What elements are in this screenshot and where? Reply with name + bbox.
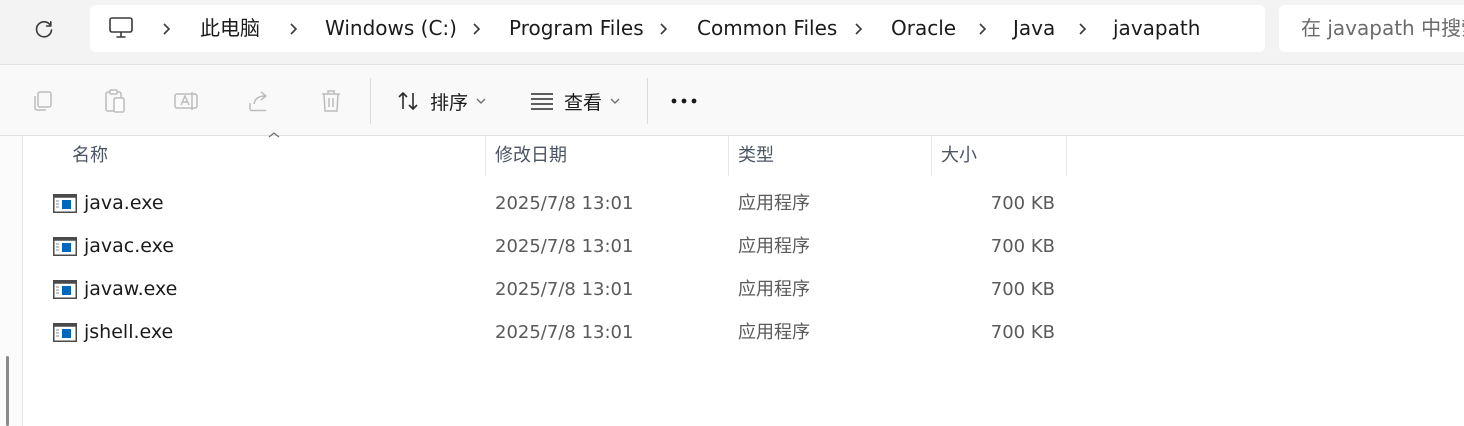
file-modified: 2025/7/8 13:01	[495, 322, 634, 343]
column-header-modified[interactable]: 修改日期	[495, 136, 567, 176]
chevron-right-icon[interactable]	[974, 5, 990, 52]
copy-button[interactable]	[29, 87, 57, 115]
sort-ascending-icon	[268, 132, 280, 138]
view-label: 查看	[564, 91, 603, 114]
column-divider[interactable]	[1066, 136, 1067, 176]
file-row[interactable]: jshell.exe 2025/7/8 13:01 应用程序 700 KB	[0, 311, 1464, 354]
file-modified: 2025/7/8 13:01	[495, 236, 634, 257]
chevron-right-icon[interactable]	[285, 5, 301, 52]
paste-icon	[105, 89, 125, 113]
exe-file-icon	[53, 323, 77, 342]
computer-icon[interactable]	[108, 16, 134, 40]
chevron-right-icon[interactable]	[158, 5, 174, 52]
column-header-size[interactable]: 大小	[941, 136, 977, 176]
breadcrumb: 此电脑 Windows (C:) Program Files Common Fi…	[90, 5, 1265, 52]
file-row[interactable]: javac.exe 2025/7/8 13:01 应用程序 700 KB	[0, 225, 1464, 268]
chevron-right-icon[interactable]	[468, 5, 484, 52]
view-dropdown[interactable]: 查看	[530, 81, 620, 121]
breadcrumb-item-common-files[interactable]: Common Files	[697, 5, 837, 52]
delete-button[interactable]	[317, 87, 345, 115]
file-row[interactable]: javaw.exe 2025/7/8 13:01 应用程序 700 KB	[0, 268, 1464, 311]
share-icon	[249, 91, 267, 112]
file-modified: 2025/7/8 13:01	[495, 193, 634, 214]
column-header-name[interactable]: 名称	[72, 136, 108, 176]
column-divider[interactable]	[728, 136, 729, 176]
file-type: 应用程序	[738, 193, 810, 214]
sort-arrows-icon	[398, 92, 418, 110]
file-name[interactable]: java.exe	[84, 182, 164, 225]
file-row[interactable]: java.exe 2025/7/8 13:01 应用程序 700 KB	[0, 182, 1464, 225]
sort-dropdown[interactable]: 排序	[396, 81, 486, 121]
rename-icon	[174, 92, 198, 110]
file-type: 应用程序	[738, 279, 810, 300]
file-name[interactable]: javac.exe	[84, 225, 174, 268]
trash-icon	[322, 90, 340, 112]
exe-file-icon	[53, 237, 77, 256]
refresh-icon	[35, 21, 53, 38]
file-type: 应用程序	[738, 236, 810, 257]
column-divider[interactable]	[931, 136, 932, 176]
paste-button[interactable]	[101, 87, 129, 115]
breadcrumb-item-drive-c[interactable]: Windows (C:)	[325, 5, 457, 52]
breadcrumb-item-program-files[interactable]: Program Files	[509, 5, 644, 52]
exe-file-icon	[53, 194, 77, 213]
file-modified: 2025/7/8 13:01	[495, 279, 634, 300]
toolbar-divider	[647, 78, 648, 124]
breadcrumb-item-this-pc[interactable]: 此电脑	[200, 5, 260, 52]
share-button[interactable]	[245, 87, 273, 115]
scrollbar-thumb[interactable]	[6, 356, 9, 426]
chevron-down-icon	[610, 98, 620, 104]
copy-icon	[34, 91, 52, 111]
more-dots-icon	[671, 98, 697, 104]
file-size: 700 KB	[990, 279, 1055, 300]
rename-button[interactable]	[172, 87, 200, 115]
view-lines-icon	[531, 93, 553, 110]
file-type: 应用程序	[738, 322, 810, 343]
column-divider[interactable]	[485, 136, 486, 176]
breadcrumb-item-java[interactable]: Java	[1013, 5, 1055, 52]
file-size: 700 KB	[990, 193, 1055, 214]
more-button[interactable]	[668, 87, 700, 115]
sort-label: 排序	[430, 91, 469, 114]
file-name[interactable]: jshell.exe	[84, 311, 173, 354]
file-size: 700 KB	[990, 322, 1055, 343]
breadcrumb-item-javapath[interactable]: javapath	[1113, 5, 1200, 52]
toolbar-divider	[370, 78, 371, 124]
chevron-down-icon	[476, 98, 486, 104]
file-size: 700 KB	[990, 236, 1055, 257]
chevron-right-icon[interactable]	[850, 5, 866, 52]
command-bar: 排序 查看	[0, 65, 1464, 136]
breadcrumb-item-oracle[interactable]: Oracle	[891, 5, 956, 52]
chevron-right-icon[interactable]	[1074, 5, 1090, 52]
chevron-right-icon[interactable]	[655, 5, 671, 52]
search-input[interactable]: 在 javapath 中搜索	[1279, 5, 1464, 52]
column-header-type[interactable]: 类型	[738, 136, 774, 176]
exe-file-icon	[53, 280, 77, 299]
file-name[interactable]: javaw.exe	[84, 268, 177, 311]
address-row: 此电脑 Windows (C:) Program Files Common Fi…	[0, 0, 1464, 65]
refresh-button[interactable]	[26, 12, 62, 48]
search-placeholder: 在 javapath 中搜索	[1301, 16, 1464, 40]
